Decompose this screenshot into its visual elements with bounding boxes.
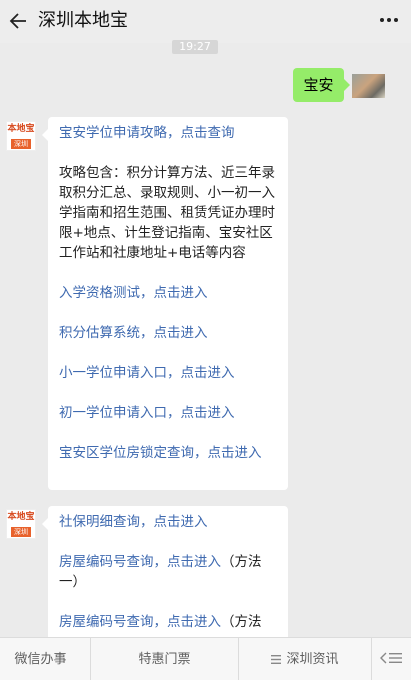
link-eligibility-test[interactable]: 入学资格测试，点击进入 <box>59 283 277 303</box>
arrow-left-icon[interactable] <box>8 11 28 31</box>
menu-tab-wechat-services[interactable]: 微信办事 <box>0 638 81 680</box>
keyboard-toggle-button[interactable] <box>371 638 411 680</box>
reply-bubble: 社保明细查询，点击进入 房屋编码号查询，点击进入（方法一） 房屋编码号查询，点击… <box>42 506 288 646</box>
link-baoan-guide[interactable]: 宝安学位申请攻略，点击查询 <box>59 123 277 143</box>
logo-subtext: 深圳 <box>11 139 31 149</box>
house-code-line-1: 房屋编码号查询，点击进入（方法一） <box>59 552 277 592</box>
logo-subtext: 深圳 <box>11 527 31 537</box>
link-house-code-query-2[interactable]: 房屋编码号查询，点击进入 <box>59 614 221 630</box>
guide-description: 攻略包含：积分计算方法、近三年录取积分汇总、录取规则、小一初一入学指南和招生范围… <box>59 165 275 261</box>
user-avatar[interactable] <box>352 74 385 98</box>
bottom-menu-bar: 微信办事 特惠门票 深圳资讯 <box>0 637 411 680</box>
link-points-estimator[interactable]: 积分估算系统，点击进入 <box>59 323 277 343</box>
menu-tab-shenzhen-news[interactable]: 深圳资讯 <box>238 638 371 680</box>
logo-text: 本地宝 <box>7 124 35 134</box>
link-primary-application[interactable]: 小一学位申请入口，点击进入 <box>59 363 277 383</box>
link-house-code-query-1[interactable]: 房屋编码号查询，点击进入 <box>59 554 221 570</box>
user-message-bubble[interactable]: 宝安 <box>293 68 350 102</box>
house-code-line-2: 房屋编码号查询，点击进入（方法 <box>59 612 277 632</box>
link-school-house-lock-query[interactable]: 宝安区学位房锁定查询，点击进入 <box>59 443 277 463</box>
menu-tab-discount-tickets[interactable]: 特惠门票 <box>90 638 238 680</box>
link-junior-application[interactable]: 初一学位申请入口，点击进入 <box>59 403 277 423</box>
more-dots-icon[interactable] <box>379 17 399 23</box>
method-note: （方法 <box>221 614 262 630</box>
reply-bubble: 宝安学位申请攻略，点击查询 攻略包含：积分计算方法、近三年录取积分汇总、录取规则… <box>42 117 288 490</box>
account-avatar[interactable]: 本地宝 深圳 <box>6 121 36 151</box>
logo-text: 本地宝 <box>7 512 35 522</box>
chat-timestamp: 19:27 <box>172 40 218 54</box>
page-title: 深圳本地宝 <box>38 10 128 31</box>
top-bar: 深圳本地宝 <box>0 0 411 43</box>
account-avatar[interactable]: 本地宝 深圳 <box>6 509 36 539</box>
keyboard-toggle-icon <box>379 652 402 664</box>
menu-tab-label: 深圳资讯 <box>286 652 339 667</box>
menu-lines-icon <box>271 655 282 664</box>
link-social-security-query[interactable]: 社保明细查询，点击进入 <box>59 512 277 532</box>
